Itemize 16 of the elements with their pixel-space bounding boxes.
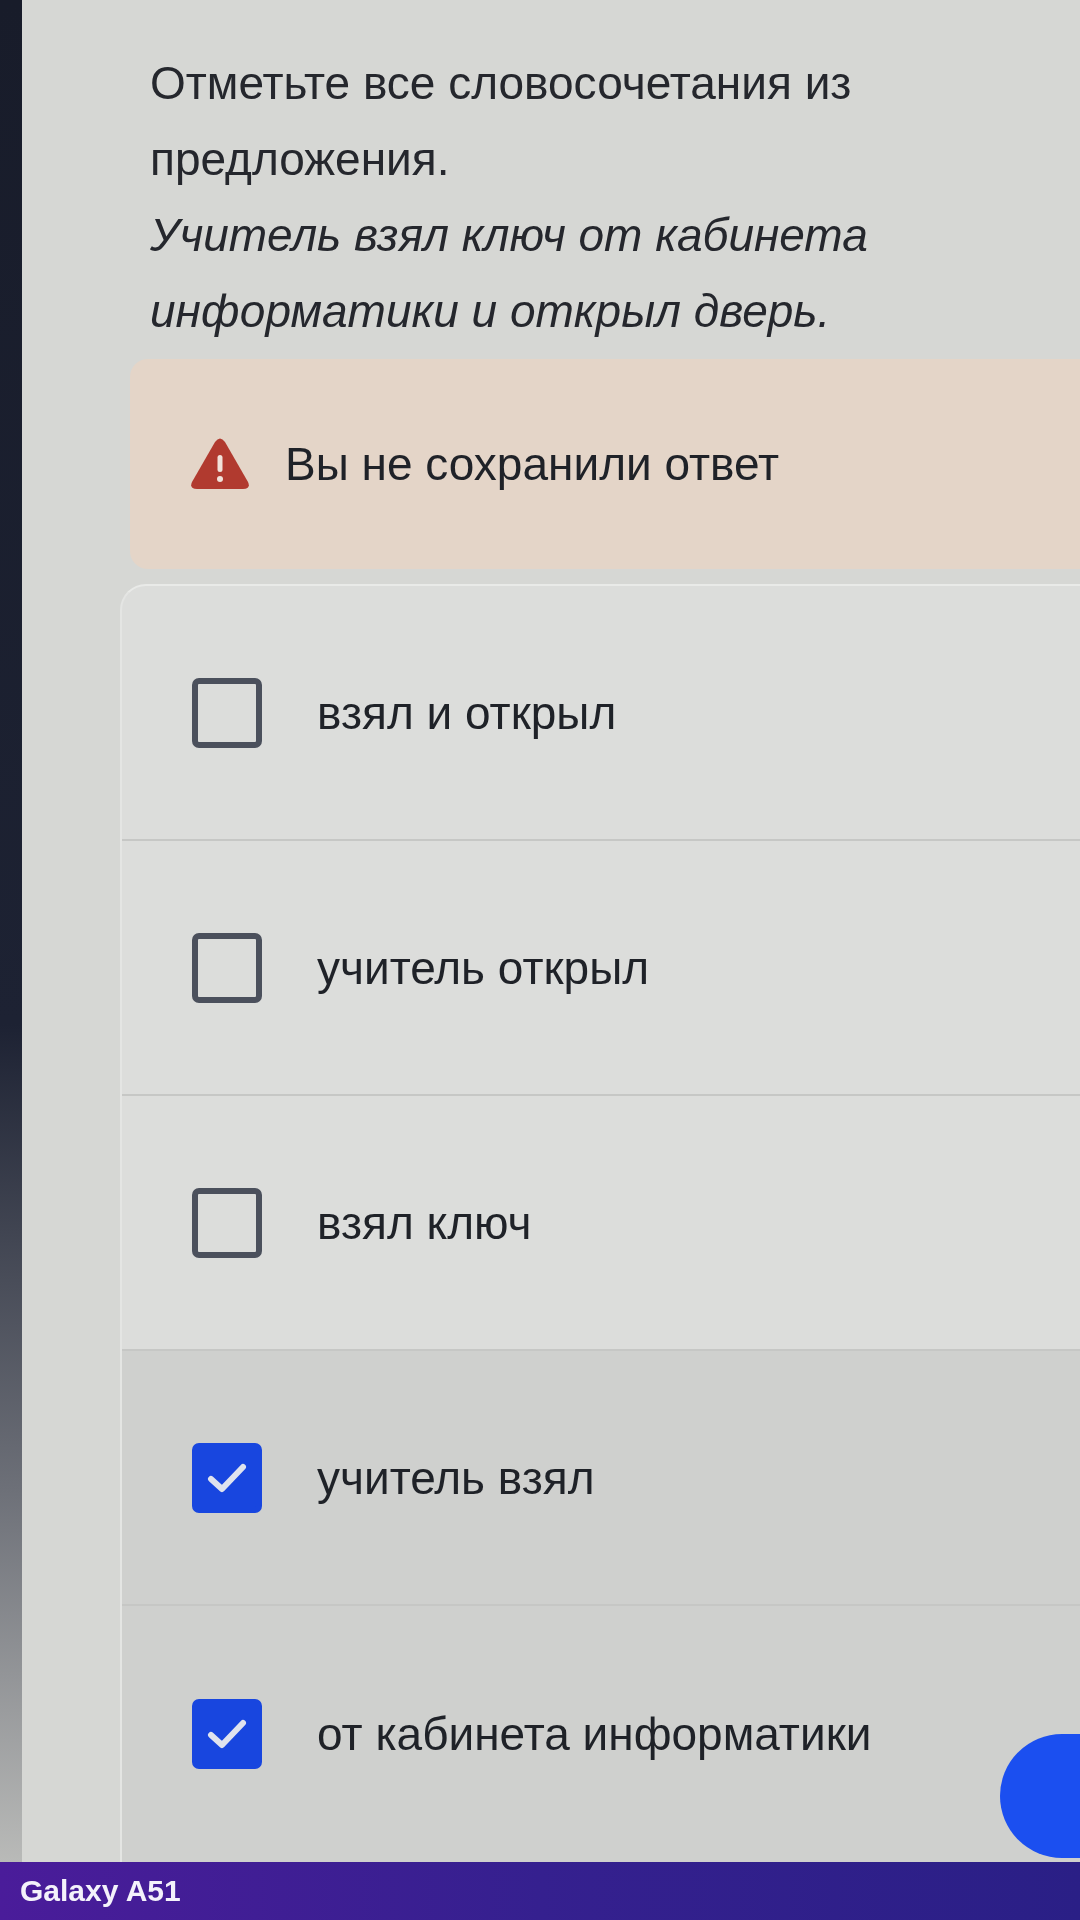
option-row[interactable]: взял и открыл	[122, 586, 1080, 841]
checkbox[interactable]	[192, 932, 262, 1003]
sentence-text: Учитель взял ключ от кабинета информатики и открыл дверь.	[150, 208, 869, 339]
checkbox[interactable]	[192, 1699, 262, 1769]
check-icon	[207, 1719, 247, 1749]
warning-icon	[190, 438, 250, 490]
warning-text: Вы не сохранили ответ	[285, 437, 780, 491]
option-row[interactable]: от кабинета информатики	[122, 1606, 1080, 1862]
option-row[interactable]: учитель открыл	[122, 841, 1080, 1096]
instruction-text: Отметьте все словосочетания из предложения.	[150, 56, 853, 187]
check-icon	[207, 1462, 247, 1493]
checkbox[interactable]	[192, 1442, 262, 1513]
device-label: Galaxy A51	[20, 1874, 181, 1908]
checkbox[interactable]	[192, 677, 262, 748]
option-row[interactable]: учитель взял	[122, 1351, 1080, 1606]
checkbox[interactable]	[192, 1187, 262, 1258]
